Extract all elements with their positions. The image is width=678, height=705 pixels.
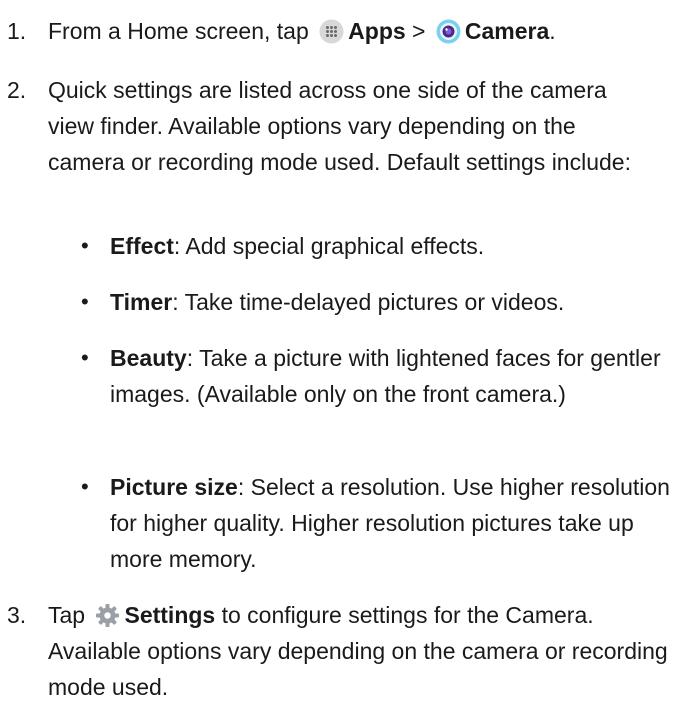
step-1: 1. From a Home screen, tap Apps > Camera… [0, 13, 678, 49]
step-text: Quick settings are listed across one sid… [48, 77, 631, 175]
step-text: Tap Settings to configure settings for t… [48, 602, 668, 700]
bullet-marker: • [81, 289, 89, 314]
bullet-term: Picture size [110, 474, 238, 500]
bullet-term: Beauty [110, 345, 187, 371]
step-number: 2. [7, 77, 27, 103]
apps-label: Apps [348, 18, 406, 44]
instructions-document: 1. From a Home screen, tap Apps > Camera… [0, 0, 678, 700]
bullet-term: Effect [110, 233, 174, 259]
camera-lens-icon [436, 19, 461, 44]
step-3: 3. Tap Settings to configure settings fo… [0, 597, 678, 705]
bullet-desc: : Add special graphical effects. [173, 233, 485, 259]
bullet-marker: • [81, 345, 89, 370]
bullet-desc: : Take a picture with lightened faces fo… [110, 345, 661, 407]
step-text: From a Home screen, tap Apps > Camera. [48, 18, 556, 44]
camera-label: Camera [464, 18, 550, 44]
settings-label: Settings [124, 602, 216, 628]
step-number: 3. [7, 602, 27, 628]
bullet-marker: • [81, 233, 89, 258]
step-2: 2. Quick settings are listed across one … [0, 72, 678, 216]
gear-icon [96, 604, 120, 627]
bullet-term: Timer [110, 289, 173, 315]
bullet-marker: • [81, 474, 89, 499]
step-number: 1. [7, 18, 27, 44]
bullet-desc: : Take time-delayed pictures or videos. [172, 289, 565, 315]
apps-grid-icon [319, 19, 344, 44]
